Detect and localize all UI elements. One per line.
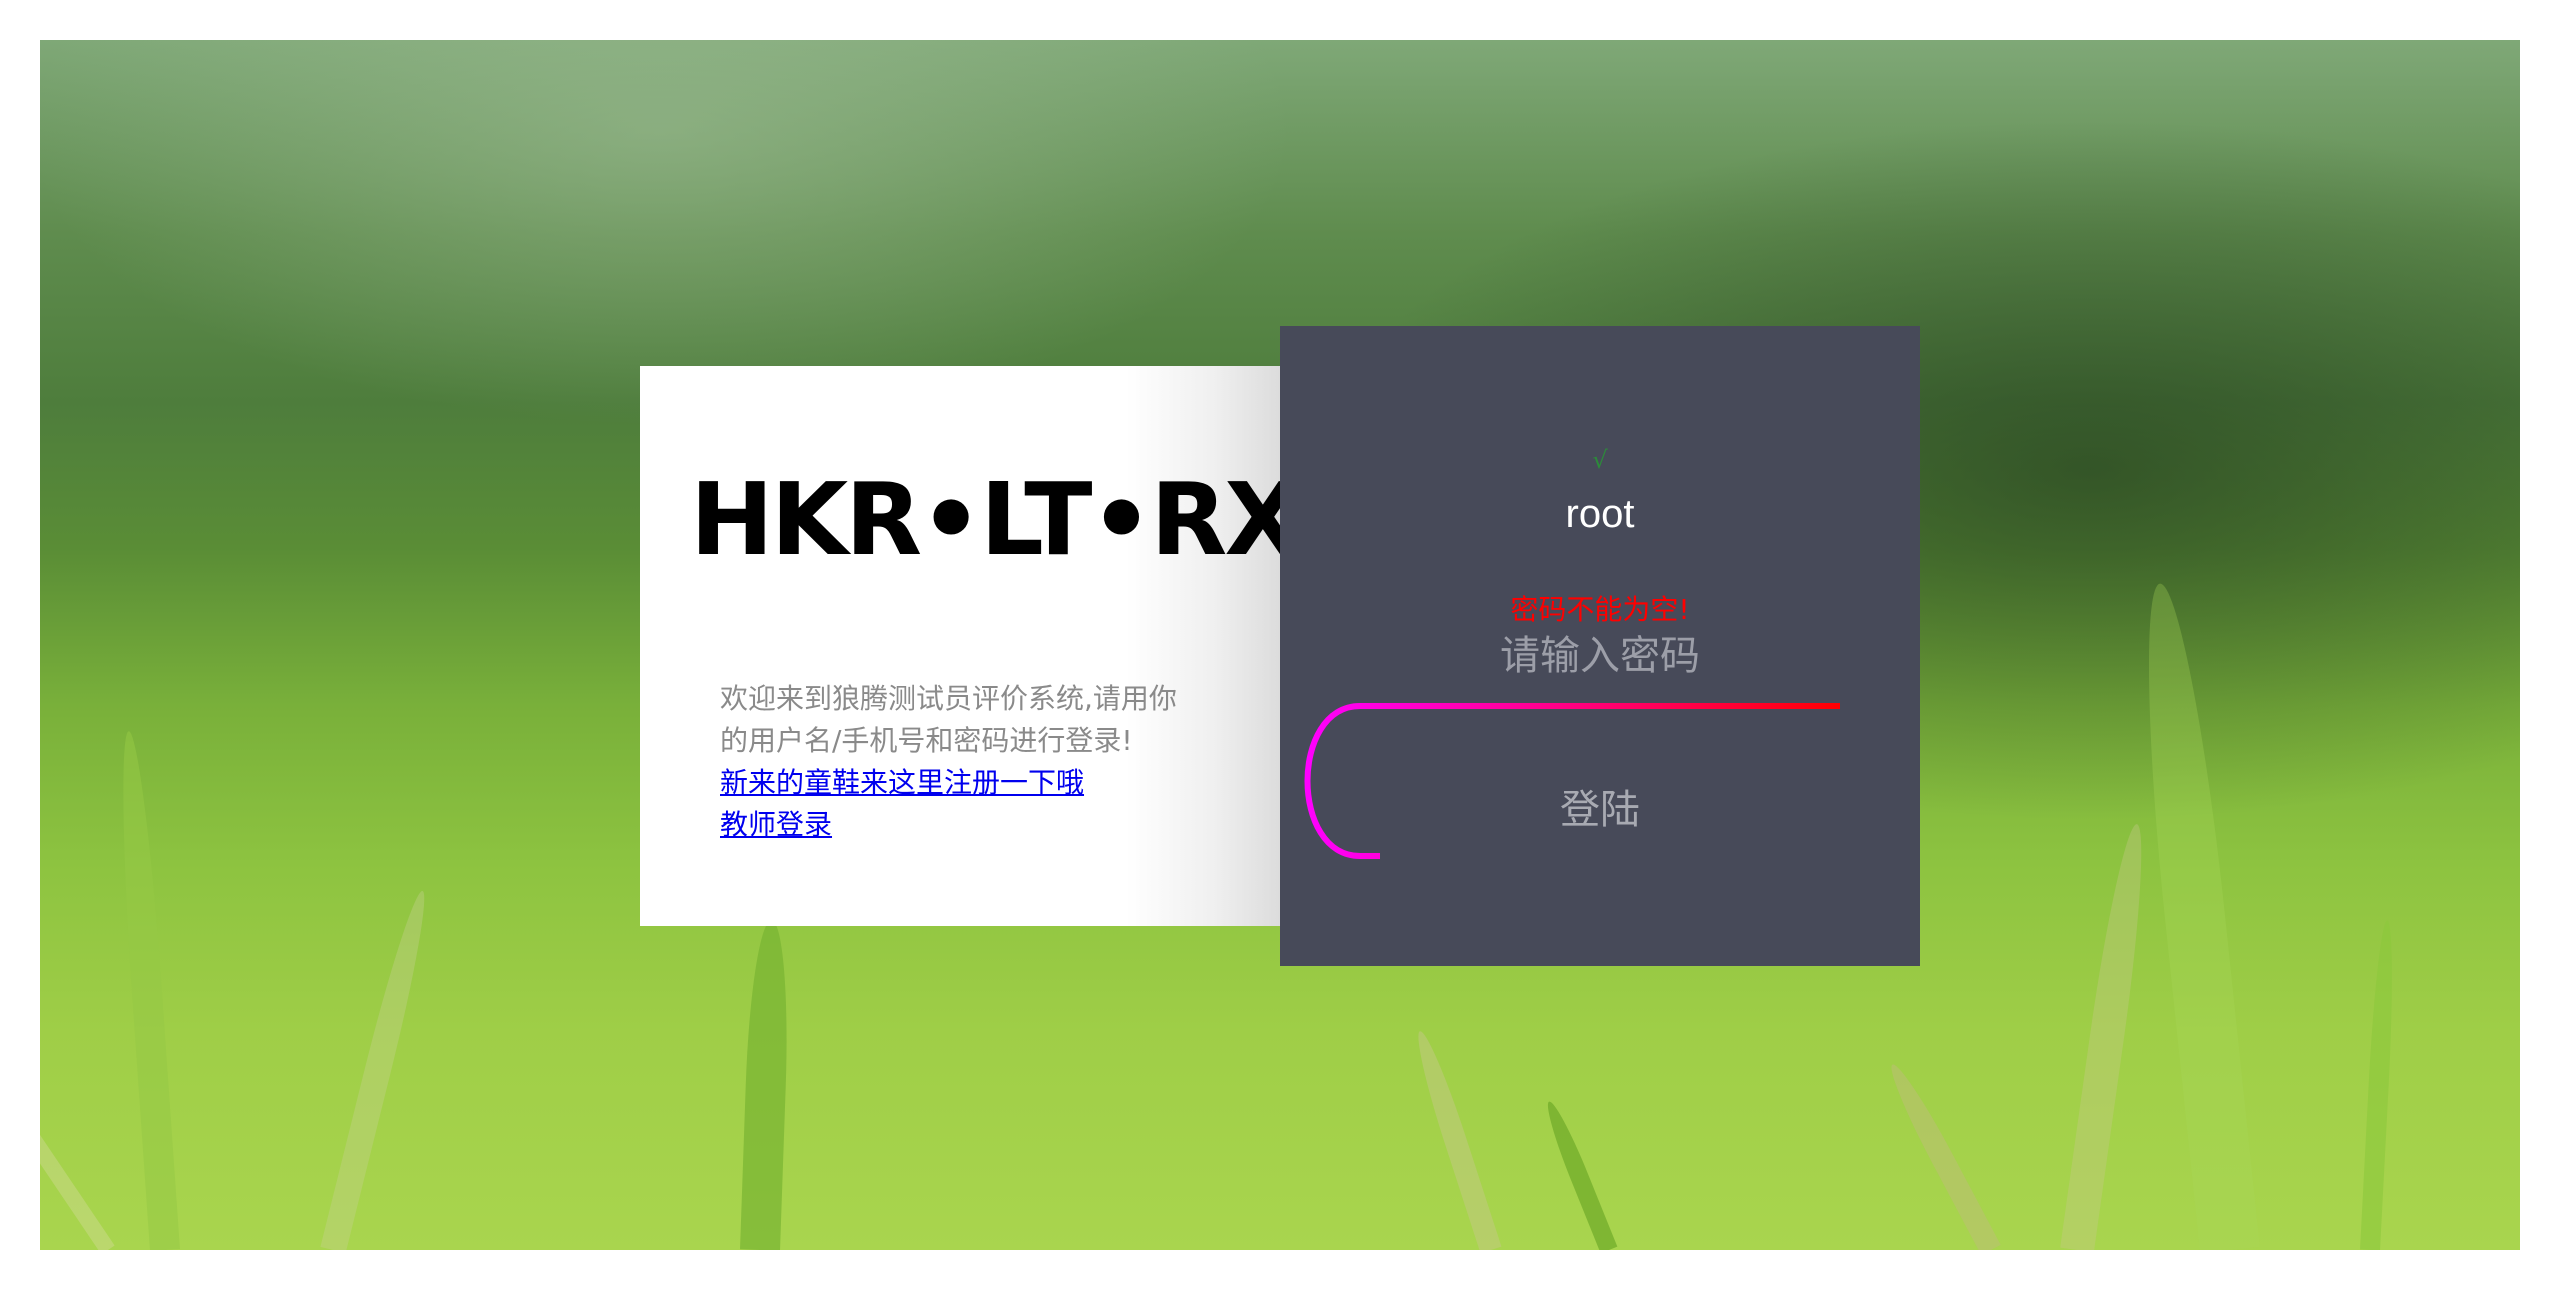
welcome-panel: HKR•LT•RX 欢迎来到狼腾测试员评价系统,请用你的用户名/手机号和密码进行… xyxy=(640,366,1301,926)
login-button[interactable]: 登陆 xyxy=(1440,766,1760,846)
welcome-message: 欢迎来到狼腾测试员评价系统,请用你的用户名/手机号和密码进行登录! xyxy=(720,682,1177,757)
teacher-login-link[interactable]: 教师登录 xyxy=(720,804,832,846)
login-page: HKR•LT•RX 欢迎来到狼腾测试员评价系统,请用你的用户名/手机号和密码进行… xyxy=(0,0,2560,1292)
password-error-message: 密码不能为空! xyxy=(1510,593,1690,626)
password-input[interactable] xyxy=(1400,626,1800,686)
username-input[interactable] xyxy=(1400,486,1800,542)
brand-title: HKR•LT•RX xyxy=(690,461,1301,578)
login-form-panel: √ 密码不能为空! 登陆 xyxy=(1280,326,1920,966)
check-icon: √ xyxy=(1592,446,1608,474)
register-link[interactable]: 新来的童鞋来这里注册一下哦 xyxy=(720,762,1084,804)
